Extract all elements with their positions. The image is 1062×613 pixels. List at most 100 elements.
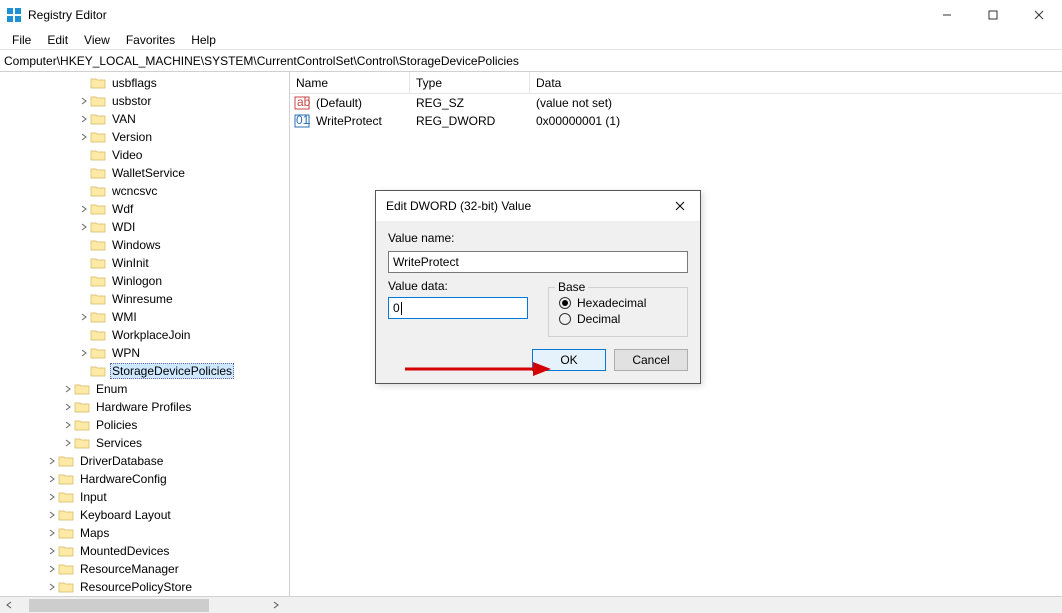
col-type[interactable]: Type: [410, 72, 530, 93]
base-groupbox: Base Hexadecimal Decimal: [548, 287, 688, 337]
folder-icon: [58, 580, 74, 594]
expand-icon[interactable]: [78, 313, 90, 321]
tree-item[interactable]: Keyboard Layout: [0, 506, 289, 524]
scroll-left-button[interactable]: [0, 597, 17, 613]
expand-icon[interactable]: [46, 457, 58, 465]
tree-item[interactable]: MountedDevices: [0, 542, 289, 560]
expand-icon[interactable]: [46, 529, 58, 537]
tree-item-label: HardwareConfig: [78, 472, 169, 486]
horizontal-scrollbar[interactable]: [0, 596, 1062, 613]
folder-icon: [90, 328, 106, 342]
value-name-label: Value name:: [388, 231, 688, 245]
tree-item-label: DriverDatabase: [78, 454, 165, 468]
folder-icon: [58, 490, 74, 504]
folder-icon: [90, 94, 106, 108]
close-button[interactable]: [1016, 0, 1062, 30]
expand-icon[interactable]: [46, 493, 58, 501]
list-row[interactable]: ab(Default)REG_SZ(value not set): [290, 94, 1062, 112]
expand-icon[interactable]: [78, 349, 90, 357]
tree-item[interactable]: WinInit: [0, 254, 289, 272]
tree-item-label: WinInit: [110, 256, 151, 270]
menu-favorites[interactable]: Favorites: [118, 31, 183, 49]
tree-item[interactable]: HardwareConfig: [0, 470, 289, 488]
list-rows: ab(Default)REG_SZ(value not set)011Write…: [290, 94, 1062, 130]
registry-tree[interactable]: usbflags usbstorVANVersionVideoWalletServ…: [0, 72, 289, 596]
col-data[interactable]: Data: [530, 72, 1062, 93]
tree-item[interactable]: StorageDevicePolicies: [0, 362, 289, 380]
scroll-right-button[interactable]: [267, 597, 284, 613]
folder-icon: [74, 436, 90, 450]
expand-icon[interactable]: [46, 475, 58, 483]
tree-item[interactable]: ResourceManager: [0, 560, 289, 578]
radio-hexadecimal[interactable]: Hexadecimal: [559, 296, 677, 310]
tree-item[interactable]: usbflags: [0, 74, 289, 92]
tree-item-label: Input: [78, 490, 109, 504]
folder-icon: [58, 544, 74, 558]
expand-icon[interactable]: [78, 205, 90, 213]
tree-item[interactable]: WMI: [0, 308, 289, 326]
tree-item[interactable]: WalletService: [0, 164, 289, 182]
expand-icon[interactable]: [62, 421, 74, 429]
tree-item[interactable]: DriverDatabase: [0, 452, 289, 470]
window-title: Registry Editor: [28, 8, 924, 22]
maximize-button[interactable]: [970, 0, 1016, 30]
expand-icon[interactable]: [78, 223, 90, 231]
address-bar[interactable]: Computer\HKEY_LOCAL_MACHINE\SYSTEM\Curre…: [0, 50, 1062, 72]
expand-icon[interactable]: [62, 403, 74, 411]
tree-item[interactable]: ResourcePolicyStore: [0, 578, 289, 596]
scroll-thumb[interactable]: [29, 599, 209, 612]
dialog-close-button[interactable]: [660, 191, 700, 221]
tree-panel: usbflags usbstorVANVersionVideoWalletServ…: [0, 72, 290, 596]
tree-item[interactable]: Policies: [0, 416, 289, 434]
tree-item[interactable]: Winlogon: [0, 272, 289, 290]
menu-file[interactable]: File: [4, 31, 39, 49]
tree-item-label: WMI: [110, 310, 139, 324]
expand-icon[interactable]: [78, 115, 90, 123]
tree-item[interactable]: Maps: [0, 524, 289, 542]
tree-item[interactable]: Input: [0, 488, 289, 506]
expand-icon[interactable]: [46, 547, 58, 555]
tree-item[interactable]: Video: [0, 146, 289, 164]
tree-item[interactable]: WDI: [0, 218, 289, 236]
list-row[interactable]: 011WriteProtectREG_DWORD0x00000001 (1): [290, 112, 1062, 130]
cell-name: WriteProtect: [310, 114, 410, 128]
dialog-titlebar[interactable]: Edit DWORD (32-bit) Value: [376, 191, 700, 221]
expand-icon[interactable]: [46, 565, 58, 573]
list-header: Name Type Data: [290, 72, 1062, 94]
tree-item[interactable]: Windows: [0, 236, 289, 254]
folder-icon: [74, 400, 90, 414]
expand-icon[interactable]: [46, 511, 58, 519]
tree-item[interactable]: Wdf: [0, 200, 289, 218]
radio-decimal[interactable]: Decimal: [559, 312, 677, 326]
tree-item[interactable]: WorkplaceJoin: [0, 326, 289, 344]
expand-icon[interactable]: [62, 439, 74, 447]
menu-help[interactable]: Help: [183, 31, 224, 49]
tree-item[interactable]: Enum: [0, 380, 289, 398]
tree-item[interactable]: VAN: [0, 110, 289, 128]
tree-item[interactable]: Services: [0, 434, 289, 452]
value-name-field[interactable]: WriteProtect: [388, 251, 688, 273]
expand-icon[interactable]: [78, 97, 90, 105]
tree-item[interactable]: usbstor: [0, 92, 289, 110]
tree-item[interactable]: WPN: [0, 344, 289, 362]
tree-item-label: MountedDevices: [78, 544, 171, 558]
cancel-button[interactable]: Cancel: [614, 349, 688, 371]
expand-icon[interactable]: [62, 385, 74, 393]
tree-item[interactable]: Version: [0, 128, 289, 146]
tree-item[interactable]: Hardware Profiles: [0, 398, 289, 416]
tree-item-label: usbflags: [110, 76, 159, 90]
tree-item[interactable]: Winresume: [0, 290, 289, 308]
radio-empty-icon: [559, 313, 571, 325]
scroll-track[interactable]: [17, 597, 267, 613]
col-name[interactable]: Name: [290, 72, 410, 93]
ok-button[interactable]: OK: [532, 349, 606, 371]
base-label: Base: [555, 280, 588, 294]
menu-edit[interactable]: Edit: [39, 31, 76, 49]
tree-item[interactable]: wcncsvc: [0, 182, 289, 200]
minimize-button[interactable]: [924, 0, 970, 30]
cell-type: REG_SZ: [410, 96, 530, 110]
expand-icon[interactable]: [46, 583, 58, 591]
menu-view[interactable]: View: [76, 31, 118, 49]
value-data-field[interactable]: 0: [388, 297, 528, 319]
expand-icon[interactable]: [78, 133, 90, 141]
